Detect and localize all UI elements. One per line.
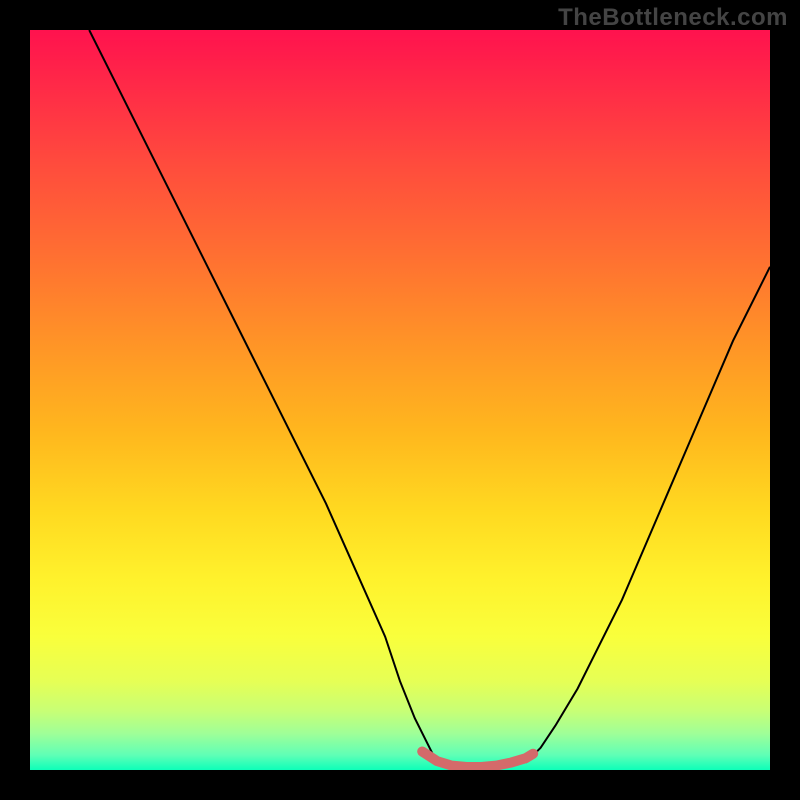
chart-frame: TheBottleneck.com bbox=[0, 0, 800, 800]
watermark-text: TheBottleneck.com bbox=[558, 4, 788, 32]
curve-right-branch bbox=[526, 267, 770, 763]
curve-left-branch bbox=[89, 30, 437, 763]
plot-area bbox=[30, 30, 770, 770]
curve-layer bbox=[30, 30, 770, 770]
curve-valley-highlight bbox=[422, 752, 533, 768]
